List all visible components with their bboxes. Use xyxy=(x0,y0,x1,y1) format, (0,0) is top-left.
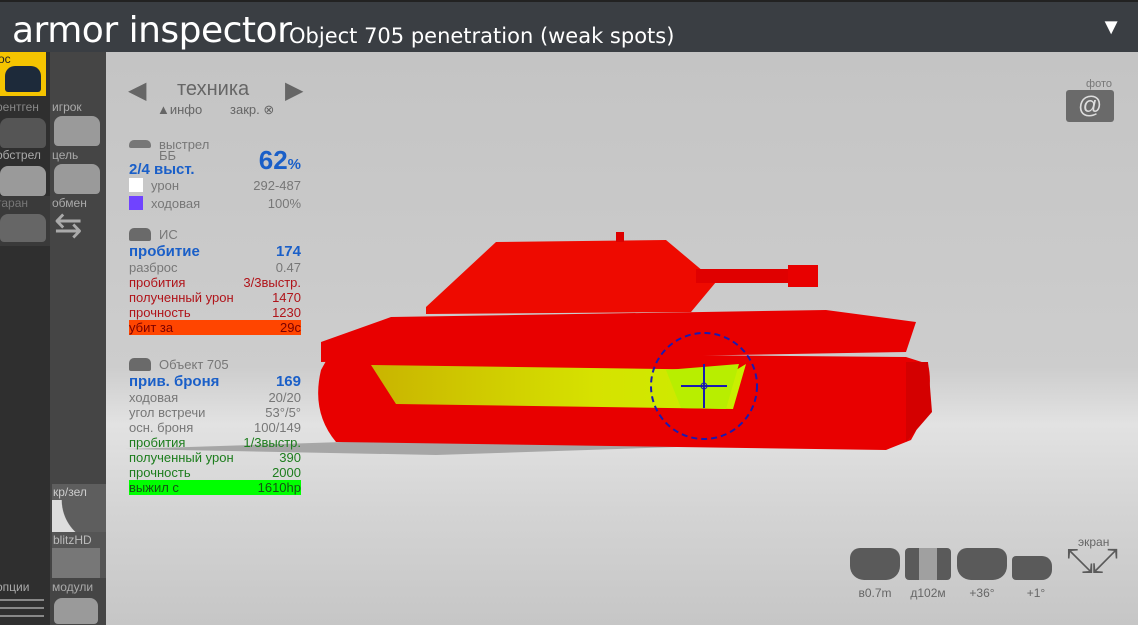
page-subtitle: Object 705 penetration (weak spots) xyxy=(289,24,675,48)
target-panel: Объект 705 прив. броня 169 ходовая 20/20 у… xyxy=(129,356,301,495)
sidebar-item-ram[interactable]: таран xyxy=(0,196,50,246)
photo-button[interactable]: фото @ xyxy=(1064,78,1114,124)
damage-row: урон 292-487 xyxy=(129,178,301,193)
xray-icon xyxy=(0,118,46,148)
turret-icon xyxy=(957,548,1007,580)
sidebar-item-options[interactable]: опции xyxy=(0,580,50,625)
sidebar-item-player[interactable]: игрок xyxy=(50,100,106,148)
angle-row: угол встречи 53°/5° xyxy=(129,405,301,420)
track-fender-front xyxy=(906,362,932,442)
penetration-row: пробитие 174 xyxy=(129,243,301,260)
tank-icon xyxy=(129,358,151,371)
tracks-row: ходовая 20/20 xyxy=(129,390,301,405)
vehicle-title: техника xyxy=(177,78,250,100)
sidebar-item-target[interactable]: цель xyxy=(50,148,106,196)
gun-barrel xyxy=(696,269,791,283)
shot-panel: выстрел ББ 2/4 выст. 62% урон 292-487 ходо… xyxy=(129,138,301,211)
tracks-row: ходовая 100% xyxy=(129,196,301,211)
gun-muzzle xyxy=(788,265,818,287)
sidebar-item-swap[interactable]: обмен ⇆ xyxy=(50,196,106,245)
shots-row: 2/4 выст. 62% xyxy=(129,145,301,178)
blitzhd-preview-icon xyxy=(52,548,100,578)
close-label: закр. xyxy=(230,102,260,117)
hp-row: прочность 1230 xyxy=(129,305,301,320)
tracks-color-swatch xyxy=(129,196,143,210)
sliders-icon xyxy=(0,596,44,620)
prev-vehicle-button[interactable]: ◀ xyxy=(128,76,146,105)
result-row: выжил с 1610hp xyxy=(129,480,301,495)
shooting-icon xyxy=(0,166,46,196)
ram-icon xyxy=(0,214,46,242)
sidebar-item-xray[interactable]: рентген xyxy=(0,100,50,150)
target-tank-icon xyxy=(54,164,100,194)
damage-received-row: полученный урон 390 xyxy=(129,450,301,465)
sidebar-item-shooting[interactable]: обстрел xyxy=(0,148,50,198)
sidebar-right: игрок цель обмен ⇆ кр/зел blitzHD модули xyxy=(50,52,106,625)
base-armor-row: осн. броня 100/149 xyxy=(129,420,301,435)
sidebar-left: ос рентген обстрел таран опции xyxy=(0,52,50,625)
target-name: Объект 705 xyxy=(129,356,301,373)
hits-row: пробития 3/3выстр. xyxy=(129,275,301,290)
next-vehicle-button[interactable]: ▶ xyxy=(285,76,303,105)
red-green-preview-icon xyxy=(52,500,106,532)
attacker-panel: ИС пробитие 174 разброс 0.47 пробития 3/3вы… xyxy=(129,226,301,335)
distance-icon xyxy=(905,548,951,580)
tank-icon xyxy=(5,66,41,92)
close-icon: ⊗ xyxy=(263,102,275,117)
camera-icon: @ xyxy=(1066,90,1114,122)
info-toggle[interactable]: ▲инфо xyxy=(157,102,202,117)
sidebar-item-modules[interactable]: модули xyxy=(50,580,106,625)
fullscreen-button[interactable]: ⤡⤢ xyxy=(1066,542,1118,580)
fullscreen-icon: ⤡⤢ xyxy=(1066,542,1118,580)
swap-arrows-icon: ⇆ xyxy=(54,207,83,245)
height-tank-icon xyxy=(850,548,900,580)
dropdown-menu-icon[interactable]: ▼ xyxy=(1100,14,1122,40)
sidebar-item-os[interactable]: ос xyxy=(0,52,46,96)
modules-icon xyxy=(54,598,98,624)
sidebar-item-blitzhd[interactable]: blitzHD xyxy=(52,532,106,578)
title-bar: armor inspector Object 705 penetration (… xyxy=(0,0,1138,52)
ammo-type[interactable]: ББ xyxy=(129,149,301,162)
sidebar-item-red-green[interactable]: кр/зел xyxy=(52,484,106,532)
hp-row: прочность 2000 xyxy=(129,465,301,480)
shell-icon xyxy=(129,140,151,148)
app-title: armor inspector xyxy=(12,10,292,51)
player-tank-icon xyxy=(54,116,100,146)
gun-elevation-icon xyxy=(1012,556,1052,580)
attacker-name: ИС xyxy=(129,226,301,243)
spread-row: разброс 0.47 xyxy=(129,260,301,275)
close-panel-button[interactable]: закр. ⊗ xyxy=(230,102,274,118)
damage-color-swatch xyxy=(129,178,143,192)
effective-armor-row: прив. броня 169 xyxy=(129,373,301,390)
turret xyxy=(426,240,716,314)
result-row: убит за 29с xyxy=(129,320,301,335)
tank-icon xyxy=(129,228,151,241)
hits-row: пробития 1/3выстр. xyxy=(129,435,301,450)
commander-hatch xyxy=(616,232,624,242)
damage-received-row: полученный урон 1470 xyxy=(129,290,301,305)
shot-header: выстрел xyxy=(129,138,301,151)
